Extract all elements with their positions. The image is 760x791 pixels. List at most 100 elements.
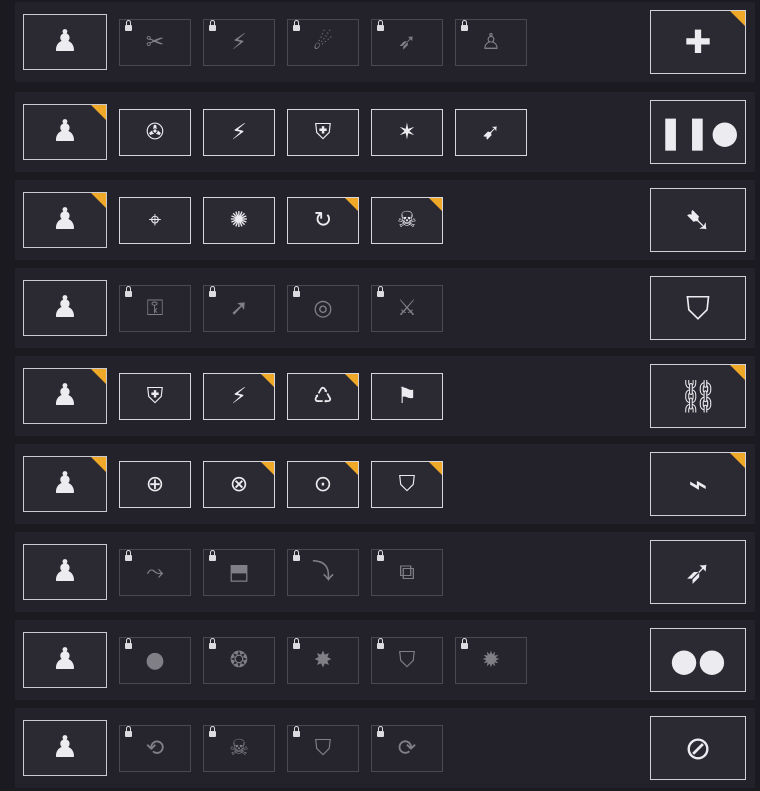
class-slot-support[interactable]: ♟: [23, 104, 107, 160]
class-slot-engineer[interactable]: ♟: [23, 368, 107, 424]
ability-slot-rifleman[interactable]: ⊘: [650, 716, 746, 780]
selected-corner-marker: [345, 374, 358, 387]
perk-slot[interactable]: ⤳: [119, 549, 191, 596]
perk-slot[interactable]: ✂: [119, 19, 191, 66]
door-breach-icon: ⚿: [146, 295, 164, 321]
engineer-class-icon: ♟: [51, 378, 79, 413]
shield-grenade-ability-icon: ⛉: [685, 289, 711, 327]
perk-slot[interactable]: ↻: [287, 197, 359, 244]
selected-corner-marker: [429, 462, 442, 475]
blast-runner-icon: ✸: [313, 647, 333, 673]
extra-grenades-ability-icon: ●●: [670, 641, 726, 679]
perk-slot[interactable]: ✸: [287, 637, 359, 684]
lock-icon: [209, 20, 216, 31]
lock-icon: [377, 20, 384, 31]
infiltrator-class-icon: ♟: [51, 290, 79, 325]
shotgun-ability-icon: ⊘: [684, 729, 712, 767]
class-slot-assault[interactable]: ♟: [23, 192, 107, 248]
selected-corner-marker: [91, 369, 106, 384]
perk-row-assault: ♟ ⌖ ✺ ↻ ☠ ➷: [15, 180, 755, 260]
repair-icon: ⚡: [231, 383, 247, 409]
coins-icon: ◎: [313, 295, 333, 321]
perk-slot[interactable]: ➚: [203, 285, 275, 332]
selected-corner-marker: [91, 105, 106, 120]
adrenaline-icon: ✺: [229, 207, 249, 233]
ability-slot-medic[interactable]: ✚: [650, 10, 746, 74]
perk-slot[interactable]: ⧉: [371, 549, 443, 596]
perk-slot[interactable]: ⬒: [203, 549, 275, 596]
perk-slot[interactable]: ⊕: [119, 461, 191, 508]
slide-icon: ⤳: [146, 559, 164, 585]
sprint-revive-icon: ➶: [397, 29, 417, 55]
ability-slot-demolition[interactable]: ●●: [650, 628, 746, 692]
perk-slot[interactable]: ⌖: [119, 197, 191, 244]
class-slot-scout[interactable]: ♟: [23, 544, 107, 600]
rifleman-class-icon: ♟: [51, 730, 79, 765]
perk-slot[interactable]: ◎: [287, 285, 359, 332]
perk-slot[interactable]: ☠: [203, 725, 275, 772]
perk-slot[interactable]: ☠: [371, 197, 443, 244]
perk-slot[interactable]: ⟳: [371, 725, 443, 772]
perk-slot[interactable]: ⛉: [287, 725, 359, 772]
perk-slot[interactable]: ✶: [371, 109, 443, 156]
perk-row-scout: ♟ ⤳ ⬒ ⤵ ⧉ ➶: [15, 532, 755, 612]
ability-slot-assault[interactable]: ➷: [650, 188, 746, 252]
climb-icon: ⚑: [397, 383, 417, 409]
scope-headshot-icon: ⊗: [229, 471, 249, 497]
selected-corner-marker: [345, 462, 358, 475]
explosion-icon: ✹: [481, 647, 501, 673]
explosive-icon: ✶: [397, 119, 417, 145]
perk-slot[interactable]: ⚡: [203, 373, 275, 420]
perk-slot[interactable]: ➶: [371, 19, 443, 66]
officer-icon: ♙: [481, 29, 501, 55]
class-slot-sniper[interactable]: ♟: [23, 456, 107, 512]
ability-slot-scout[interactable]: ➶: [650, 540, 746, 604]
scope-ammo-icon: ⊕: [145, 471, 165, 497]
perk-slot[interactable]: ●: [119, 637, 191, 684]
perk-slot[interactable]: ⛨: [287, 109, 359, 156]
perk-slot[interactable]: ⚔: [371, 285, 443, 332]
perk-slot[interactable]: ⚡: [203, 109, 275, 156]
perk-slot[interactable]: ❂: [203, 637, 275, 684]
ability-slot-engineer[interactable]: ⛓: [650, 364, 746, 428]
perk-slot[interactable]: ☄: [287, 19, 359, 66]
lock-icon: [209, 726, 216, 737]
class-slot-medic[interactable]: ♟: [23, 14, 107, 70]
perk-slot[interactable]: ⛨: [119, 373, 191, 420]
vault-icon: ⬒: [228, 559, 250, 585]
ammo-box-icon: ✇: [145, 119, 165, 145]
perk-slot[interactable]: ♺: [287, 373, 359, 420]
lightning-shield-icon: ⛉: [398, 647, 416, 673]
selected-corner-marker: [730, 453, 745, 468]
class-slot-infiltrator[interactable]: ♟: [23, 280, 107, 336]
perk-slot[interactable]: ♙: [455, 19, 527, 66]
dive-icon: ⤵: [311, 559, 335, 585]
assault-class-icon: ♟: [51, 202, 79, 237]
surgical-tools-icon: ✂: [145, 29, 165, 55]
lock-icon: [209, 638, 216, 649]
perk-slot[interactable]: ⊗: [203, 461, 275, 508]
perk-slot[interactable]: ✹: [455, 637, 527, 684]
skull-icon: ☠: [397, 207, 417, 233]
cracked-shield-icon: ⛉: [398, 471, 416, 497]
perk-slot[interactable]: ⚑: [371, 373, 443, 420]
perk-slot[interactable]: ⚿: [119, 285, 191, 332]
class-slot-rifleman[interactable]: ♟: [23, 720, 107, 776]
shotgun-ammo-icon: ⟳: [397, 735, 417, 761]
perk-slot[interactable]: ⟲: [119, 725, 191, 772]
sprint-ability-icon: ➶: [684, 553, 712, 591]
perk-slot[interactable]: ⤵: [287, 549, 359, 596]
perk-slot[interactable]: ➹: [455, 109, 527, 156]
perk-slot[interactable]: ✇: [119, 109, 191, 156]
perk-slot[interactable]: ✺: [203, 197, 275, 244]
perk-slot[interactable]: ⛉: [371, 637, 443, 684]
ability-slot-sniper[interactable]: ⌁: [650, 452, 746, 516]
perk-slot[interactable]: ⛉: [371, 461, 443, 508]
ability-slot-infiltrator[interactable]: ⛉: [650, 276, 746, 340]
brain-icon: ❂: [229, 647, 249, 673]
perk-slot[interactable]: ⊙: [287, 461, 359, 508]
selected-corner-marker: [91, 193, 106, 208]
class-slot-demolition[interactable]: ♟: [23, 632, 107, 688]
ability-slot-support[interactable]: ❚❚●: [650, 100, 746, 164]
perk-slot[interactable]: ⚡: [203, 19, 275, 66]
